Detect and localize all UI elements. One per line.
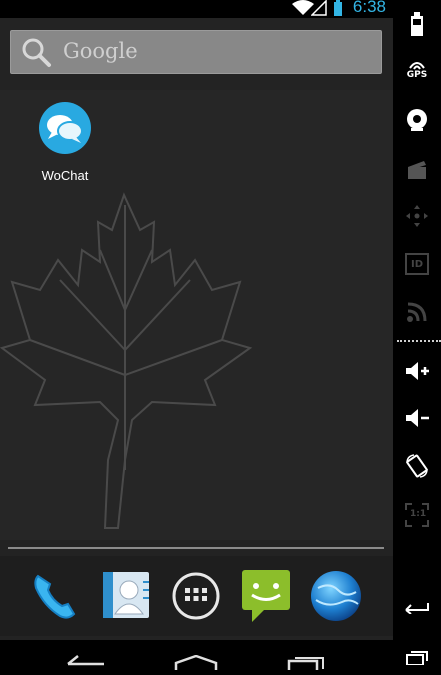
gps-icon (409, 62, 425, 70)
volume-down-control[interactable] (393, 400, 441, 436)
scale-control[interactable]: 1:1 (393, 497, 441, 533)
gps-control[interactable]: GPS (393, 52, 441, 88)
id-icon: ID (405, 253, 429, 275)
scale-icon: 1:1 (404, 502, 430, 528)
signal-icon (311, 0, 327, 16)
dock (0, 556, 393, 636)
phone-icon (34, 574, 76, 619)
home-icon[interactable] (174, 655, 218, 670)
back-icon[interactable] (66, 655, 106, 670)
status-bar: 6:38 (0, 0, 393, 18)
control-strip-divider (397, 340, 441, 342)
volume-up-icon (406, 362, 429, 380)
all-apps-icon (172, 572, 220, 620)
media-control[interactable] (393, 152, 441, 188)
network-control[interactable] (393, 294, 441, 330)
network-icon (407, 302, 427, 322)
dpad-icon (406, 205, 428, 227)
phone-app[interactable] (28, 568, 84, 624)
dock-divider (8, 547, 384, 549)
battery-icon (411, 12, 423, 36)
navigation-bar (0, 640, 393, 670)
messaging-app[interactable] (238, 568, 294, 624)
id-label: ID (410, 258, 424, 270)
media-icon (408, 161, 426, 179)
device-id-control[interactable]: ID (393, 246, 441, 282)
browser-app[interactable] (308, 568, 364, 624)
google-search-bar[interactable]: Google (10, 30, 382, 74)
messaging-icon (242, 570, 290, 622)
search-icon (22, 38, 51, 67)
back-icon (405, 603, 429, 614)
chat-bubbles-icon (39, 102, 91, 154)
recent-apps-icon[interactable] (287, 655, 327, 670)
volume-up-control[interactable] (393, 353, 441, 389)
all-apps-button[interactable] (168, 568, 224, 624)
back-control[interactable] (393, 589, 441, 625)
camera-control[interactable] (393, 102, 441, 138)
volume-down-icon (406, 409, 429, 427)
home-workspace: WoChat (0, 90, 393, 540)
battery-control[interactable] (393, 6, 441, 42)
dpad-control[interactable] (393, 198, 441, 234)
emulator-control-strip: GPS ID 1:1 (393, 0, 441, 670)
battery-status-icon (334, 0, 342, 16)
rotate-control[interactable] (393, 448, 441, 484)
contacts-icon (103, 572, 149, 618)
status-clock: 6:38 (352, 0, 386, 16)
browser-globe-icon (311, 571, 361, 621)
recent-apps-icon (406, 651, 428, 665)
search-placeholder: Google (63, 39, 138, 63)
rotate-icon (406, 454, 428, 478)
scale-label: 1:1 (410, 509, 427, 519)
app-label: WoChat (41, 168, 89, 183)
device-screen: 6:38 Google WoChat (0, 0, 393, 670)
gps-label: GPS (406, 70, 428, 80)
app-wochat[interactable]: WoChat (30, 101, 100, 183)
contacts-app[interactable] (99, 568, 155, 624)
maple-leaf-wallpaper (0, 192, 253, 529)
camera-icon (407, 109, 427, 131)
